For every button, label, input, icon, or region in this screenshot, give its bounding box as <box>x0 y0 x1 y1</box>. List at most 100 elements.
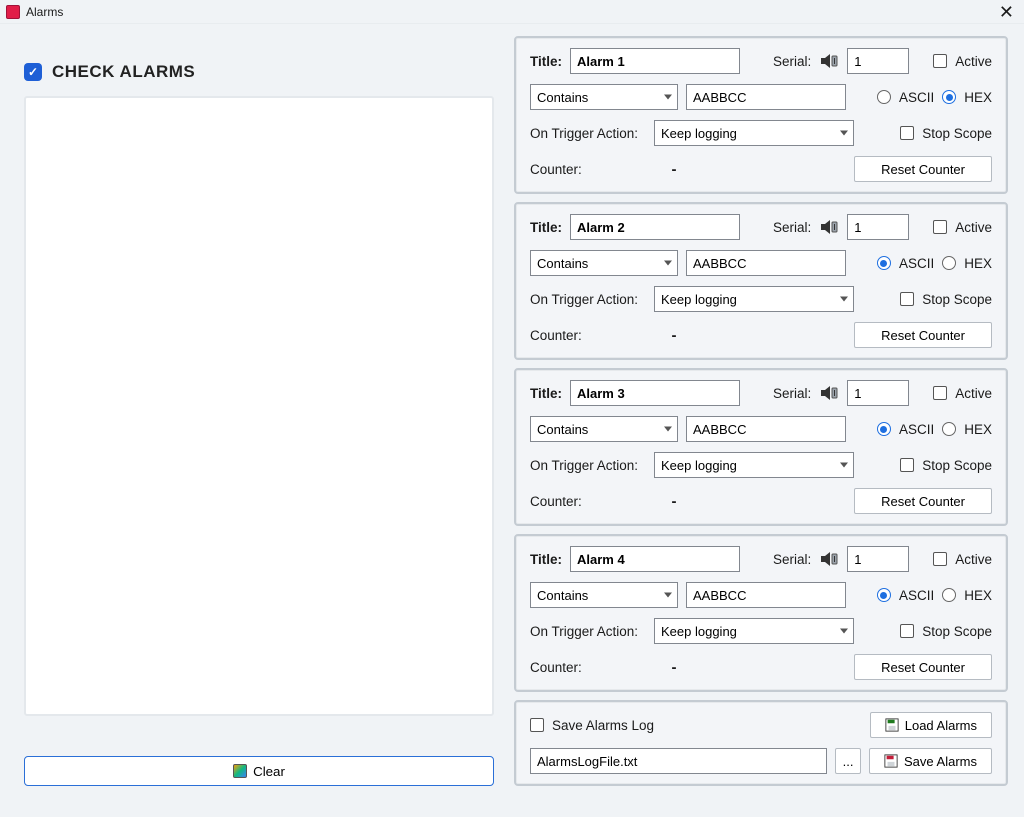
alarm-title-input[interactable] <box>570 214 740 240</box>
contains-select[interactable]: Contains <box>530 582 678 608</box>
title-label: Title: <box>530 386 562 401</box>
hex-label: HEX <box>964 256 992 271</box>
counter-label: Counter: <box>530 162 646 177</box>
active-checkbox[interactable] <box>933 552 947 566</box>
hex-radio[interactable] <box>942 588 956 602</box>
counter-value: - <box>654 493 694 510</box>
alarm-title-input[interactable] <box>570 546 740 572</box>
ascii-radio[interactable] <box>877 256 891 270</box>
alarm-panel-2: Title:Serial:ActiveContainsASCIIHEXOn Tr… <box>514 202 1008 360</box>
sound-icon[interactable] <box>819 219 839 235</box>
pattern-input[interactable] <box>686 84 846 110</box>
serial-input[interactable] <box>847 380 909 406</box>
contains-select[interactable]: Contains <box>530 250 678 276</box>
reset-counter-button[interactable]: Reset Counter <box>854 654 992 680</box>
contains-select[interactable]: Contains <box>530 84 678 110</box>
counter-value: - <box>654 659 694 676</box>
save-icon <box>884 754 898 768</box>
ascii-label: ASCII <box>899 256 934 271</box>
stop-scope-label: Stop Scope <box>922 126 992 141</box>
hex-radio[interactable] <box>942 422 956 436</box>
counter-label: Counter: <box>530 328 646 343</box>
alarm-panel-1: Title:Serial:ActiveContainsASCIIHEXOn Tr… <box>514 36 1008 194</box>
counter-label: Counter: <box>530 660 646 675</box>
pattern-input[interactable] <box>686 582 846 608</box>
clear-button-label: Clear <box>253 764 285 779</box>
trigger-action-select[interactable]: Keep logging <box>654 452 854 478</box>
window-title: Alarms <box>26 5 63 19</box>
reset-counter-button[interactable]: Reset Counter <box>854 322 992 348</box>
save-alarms-button[interactable]: Save Alarms <box>869 748 992 774</box>
save-alarms-log-toggle[interactable]: Save Alarms Log <box>530 718 654 733</box>
active-checkbox[interactable] <box>933 386 947 400</box>
stop-scope-checkbox[interactable] <box>900 624 914 638</box>
log-file-input[interactable] <box>530 748 827 774</box>
stop-scope-checkbox[interactable] <box>900 292 914 306</box>
contains-select[interactable]: Contains <box>530 416 678 442</box>
alarm-title-input[interactable] <box>570 48 740 74</box>
close-button[interactable]: ✕ <box>995 3 1018 21</box>
load-alarms-label: Load Alarms <box>905 718 977 733</box>
pattern-input[interactable] <box>686 416 846 442</box>
app-icon <box>6 5 20 19</box>
trigger-label: On Trigger Action: <box>530 126 646 141</box>
active-label: Active <box>955 220 992 235</box>
alarm-panel-4: Title:Serial:ActiveContainsASCIIHEXOn Tr… <box>514 534 1008 692</box>
active-checkbox[interactable] <box>933 220 947 234</box>
check-alarms-checkbox[interactable]: ✓ <box>24 63 42 81</box>
browse-log-file-button[interactable]: ... <box>835 748 861 774</box>
ascii-radio[interactable] <box>877 422 891 436</box>
active-checkbox[interactable] <box>933 54 947 68</box>
serial-label: Serial: <box>773 54 811 69</box>
save-panel: Save Alarms Log Load Alarms ... <box>514 700 1008 786</box>
serial-input[interactable] <box>847 48 909 74</box>
save-alarms-log-checkbox[interactable] <box>530 718 544 732</box>
alarm-panel-3: Title:Serial:ActiveContainsASCIIHEXOn Tr… <box>514 368 1008 526</box>
reset-counter-button[interactable]: Reset Counter <box>854 488 992 514</box>
load-icon <box>885 718 899 732</box>
stop-scope-label: Stop Scope <box>922 292 992 307</box>
hex-radio[interactable] <box>942 256 956 270</box>
reset-counter-button[interactable]: Reset Counter <box>854 156 992 182</box>
counter-value: - <box>654 327 694 344</box>
serial-label: Serial: <box>773 552 811 567</box>
alarm-title-input[interactable] <box>570 380 740 406</box>
active-label: Active <box>955 386 992 401</box>
ascii-radio[interactable] <box>877 588 891 602</box>
trigger-action-select[interactable]: Keep logging <box>654 286 854 312</box>
counter-label: Counter: <box>530 494 646 509</box>
serial-input[interactable] <box>847 214 909 240</box>
clear-button[interactable]: Clear <box>24 756 494 786</box>
sound-icon[interactable] <box>819 385 839 401</box>
trigger-action-select[interactable]: Keep logging <box>654 618 854 644</box>
clear-icon <box>233 764 247 778</box>
alarms-log-output[interactable] <box>24 96 494 716</box>
serial-label: Serial: <box>773 220 811 235</box>
trigger-label: On Trigger Action: <box>530 458 646 473</box>
sound-icon[interactable] <box>819 551 839 567</box>
hex-label: HEX <box>964 588 992 603</box>
ascii-label: ASCII <box>899 422 934 437</box>
save-alarms-log-label: Save Alarms Log <box>552 718 654 733</box>
ascii-label: ASCII <box>899 90 934 105</box>
stop-scope-checkbox[interactable] <box>900 126 914 140</box>
serial-label: Serial: <box>773 386 811 401</box>
active-label: Active <box>955 552 992 567</box>
load-alarms-button[interactable]: Load Alarms <box>870 712 992 738</box>
stop-scope-label: Stop Scope <box>922 624 992 639</box>
browse-label: ... <box>843 754 854 769</box>
stop-scope-checkbox[interactable] <box>900 458 914 472</box>
title-label: Title: <box>530 552 562 567</box>
sound-icon[interactable] <box>819 53 839 69</box>
hex-radio[interactable] <box>942 90 956 104</box>
pattern-input[interactable] <box>686 250 846 276</box>
trigger-action-select[interactable]: Keep logging <box>654 120 854 146</box>
title-bar: Alarms ✕ <box>0 0 1024 24</box>
content: ✓ CHECK ALARMS Clear Title: Serial: Active… <box>0 24 1024 806</box>
check-alarms-header: ✓ CHECK ALARMS <box>24 62 494 82</box>
check-alarms-label: CHECK ALARMS <box>52 62 195 82</box>
serial-input[interactable] <box>847 546 909 572</box>
stop-scope-label: Stop Scope <box>922 458 992 473</box>
hex-label: HEX <box>964 90 992 105</box>
ascii-radio[interactable] <box>877 90 891 104</box>
